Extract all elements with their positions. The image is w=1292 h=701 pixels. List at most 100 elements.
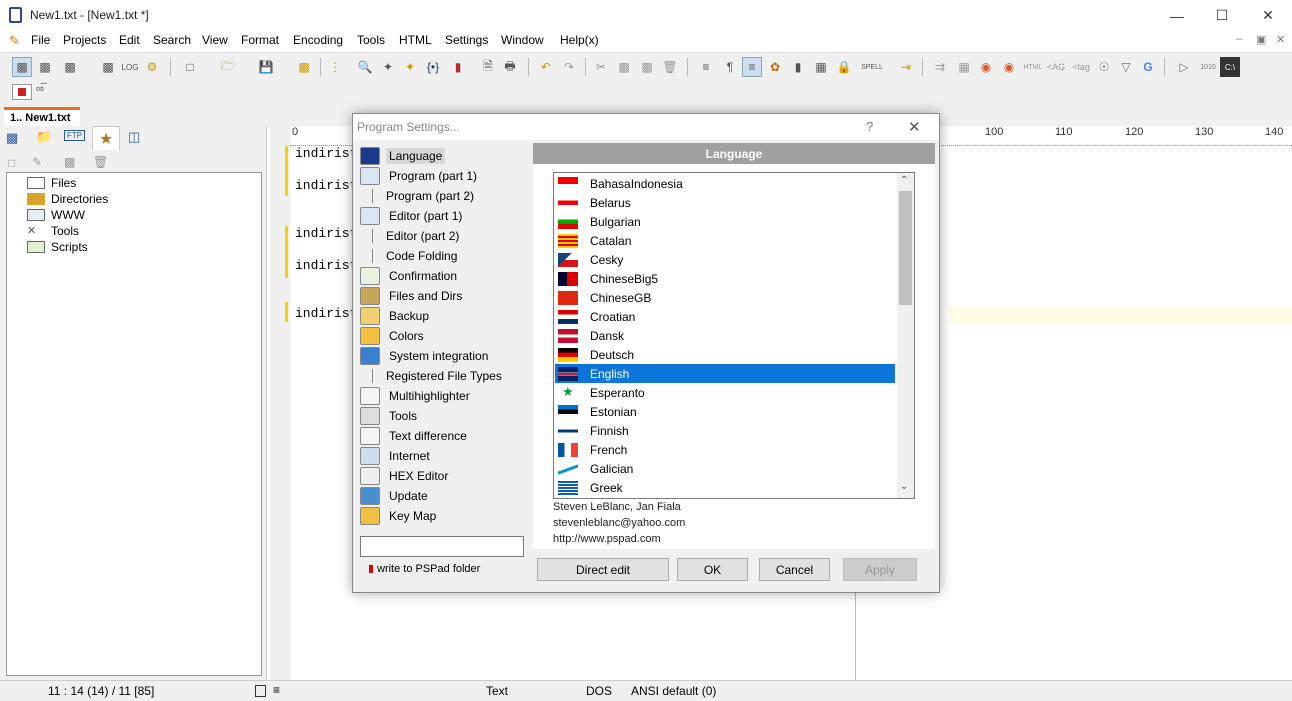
language-option[interactable]: Catalan: [555, 231, 895, 250]
menu-format[interactable]: Format: [241, 33, 279, 47]
category-item[interactable]: Code Folding: [360, 246, 460, 266]
category-item[interactable]: HEX Editor: [360, 466, 451, 486]
line-numbers-icon[interactable]: ≡: [742, 57, 762, 77]
category-item[interactable]: Text difference: [360, 426, 470, 446]
dialog-close-button[interactable]: ✕: [908, 118, 921, 136]
tag-icon[interactable]: <AG: [1046, 57, 1066, 77]
language-option[interactable]: French: [555, 440, 895, 459]
code-icon[interactable]: ▦: [954, 57, 974, 77]
stop-icon[interactable]: [12, 84, 32, 100]
log-icon[interactable]: LOG: [120, 57, 140, 77]
scroll-down-icon[interactable]: ⌄: [900, 481, 908, 492]
menu-view[interactable]: View: [202, 33, 228, 47]
minimize-button[interactable]: —: [1154, 0, 1200, 31]
html-txt-icon[interactable]: HTML: [1022, 57, 1044, 77]
cancel-button[interactable]: Cancel: [759, 558, 830, 581]
menu-search[interactable]: Search: [153, 33, 191, 47]
language-option[interactable]: Cesky: [555, 250, 895, 269]
close-window-button[interactable]: ✕: [1245, 0, 1291, 31]
open-file-icon[interactable]: 🗁: [218, 57, 238, 77]
preview-icon[interactable]: 🗎: [478, 57, 498, 77]
jump-icon[interactable]: ⇥: [896, 57, 916, 77]
lock-icon[interactable]: 🔒: [834, 57, 854, 77]
highlight-icon[interactable]: ✿: [765, 57, 785, 77]
category-item[interactable]: Language: [360, 146, 446, 166]
new-file-icon[interactable]: □: [180, 57, 200, 77]
encoding-status[interactable]: ANSI default (0): [631, 684, 716, 698]
color-hex-icon[interactable]: ◉: [999, 57, 1019, 77]
menu-html[interactable]: HTML: [399, 33, 432, 47]
web-icon[interactable]: ☉: [1094, 57, 1114, 77]
tree-item-www[interactable]: WWW: [27, 208, 85, 222]
mdi-close-icon[interactable]: ✕: [1276, 33, 1285, 46]
wrap-icon[interactable]: ≡: [696, 57, 716, 77]
category-item[interactable]: Confirmation: [360, 266, 460, 286]
category-item[interactable]: Colors: [360, 326, 427, 346]
category-filter-input[interactable]: [360, 536, 524, 557]
menu-settings[interactable]: Settings: [445, 33, 488, 47]
replace-icon[interactable]: ✦: [378, 57, 398, 77]
glasses-icon[interactable]: ∞̅: [36, 83, 44, 95]
redo-icon[interactable]: ↷: [559, 57, 579, 77]
language-option[interactable]: Finnish: [555, 421, 895, 440]
language-option[interactable]: Croatian: [555, 307, 895, 326]
category-item[interactable]: Editor (part 2): [360, 226, 462, 246]
bookmark-icon[interactable]: ▮: [448, 57, 468, 77]
search-icon[interactable]: 🔍: [355, 57, 375, 77]
menu-edit[interactable]: Edit: [119, 33, 140, 47]
filter-icon[interactable]: ▽: [1116, 57, 1136, 77]
maximize-button[interactable]: ☐: [1199, 0, 1245, 31]
search-files-icon[interactable]: ✦: [400, 57, 420, 77]
paste-icon[interactable]: ▩: [637, 57, 657, 77]
print-icon[interactable]: 🖶: [500, 57, 520, 77]
new-item-icon[interactable]: □: [8, 156, 15, 170]
open-files-icon[interactable]: ▩: [6, 130, 18, 146]
print-window-icon[interactable]: ▩: [98, 57, 118, 77]
scroll-thumb[interactable]: [899, 191, 912, 305]
language-option[interactable]: Bulgarian: [555, 212, 895, 231]
category-item[interactable]: Multihighlighter: [360, 386, 473, 406]
tab-new1[interactable]: 1.. New1.txt: [4, 107, 80, 126]
indent-icon[interactable]: ⇉: [930, 57, 950, 77]
mdi-restore-icon[interactable]: ▣: [1256, 33, 1266, 46]
tree-item-scripts[interactable]: Scripts: [27, 240, 88, 254]
project-icon[interactable]: ⋮: [325, 57, 345, 77]
category-item[interactable]: Editor (part 1): [360, 206, 465, 226]
delete-icon[interactable]: 🗑: [660, 57, 680, 77]
category-item[interactable]: Update: [360, 486, 431, 506]
menu-window[interactable]: Window: [501, 33, 544, 47]
outline-icon[interactable]: ▦: [811, 57, 831, 77]
copy-icon[interactable]: ▩: [614, 57, 634, 77]
binary-icon[interactable]: 1010: [1198, 57, 1218, 77]
language-scrollbar[interactable]: ⌃ ⌄: [897, 173, 914, 498]
category-item[interactable]: Registered File Types: [360, 366, 505, 386]
language-option[interactable]: BahasaIndonesia: [555, 174, 895, 193]
language-option[interactable]: Estonian: [555, 402, 895, 421]
language-option[interactable]: Belarus: [555, 193, 895, 212]
language-option[interactable]: ★ Esperanto: [555, 383, 895, 402]
delete-item-icon[interactable]: 🗑: [93, 155, 108, 169]
console-icon[interactable]: C:\: [1220, 57, 1240, 77]
language-option[interactable]: ChineseGB: [555, 288, 895, 307]
language-option[interactable]: ChineseBig5: [555, 269, 895, 288]
menu-help[interactable]: Help(x): [560, 33, 599, 47]
language-option[interactable]: Galician: [555, 459, 895, 478]
language-option[interactable]: English: [555, 364, 895, 383]
run-icon[interactable]: ▷: [1174, 57, 1194, 77]
apply-button[interactable]: Apply: [843, 558, 917, 581]
language-list[interactable]: BahasaIndonesia Belarus Bulgarian Catalan Ce…: [553, 172, 915, 499]
save-icon[interactable]: 💾: [256, 57, 276, 77]
category-item[interactable]: Backup: [360, 306, 432, 326]
category-item[interactable]: Key Map: [360, 506, 439, 526]
category-item[interactable]: Tools: [360, 406, 420, 426]
menu-projects[interactable]: Projects: [63, 33, 106, 47]
menu-file[interactable]: File: [31, 33, 50, 47]
language-option[interactable]: Greek: [555, 478, 895, 497]
scroll-up-icon[interactable]: ⌃: [900, 175, 908, 186]
category-item[interactable]: Files and Dirs: [360, 286, 465, 306]
category-item[interactable]: Internet: [360, 446, 433, 466]
save-all-icon[interactable]: ▩: [294, 57, 314, 77]
brackets-icon[interactable]: {•}: [423, 57, 443, 77]
menu-tools[interactable]: Tools: [357, 33, 385, 47]
ftp-icon[interactable]: FTP: [64, 130, 86, 141]
